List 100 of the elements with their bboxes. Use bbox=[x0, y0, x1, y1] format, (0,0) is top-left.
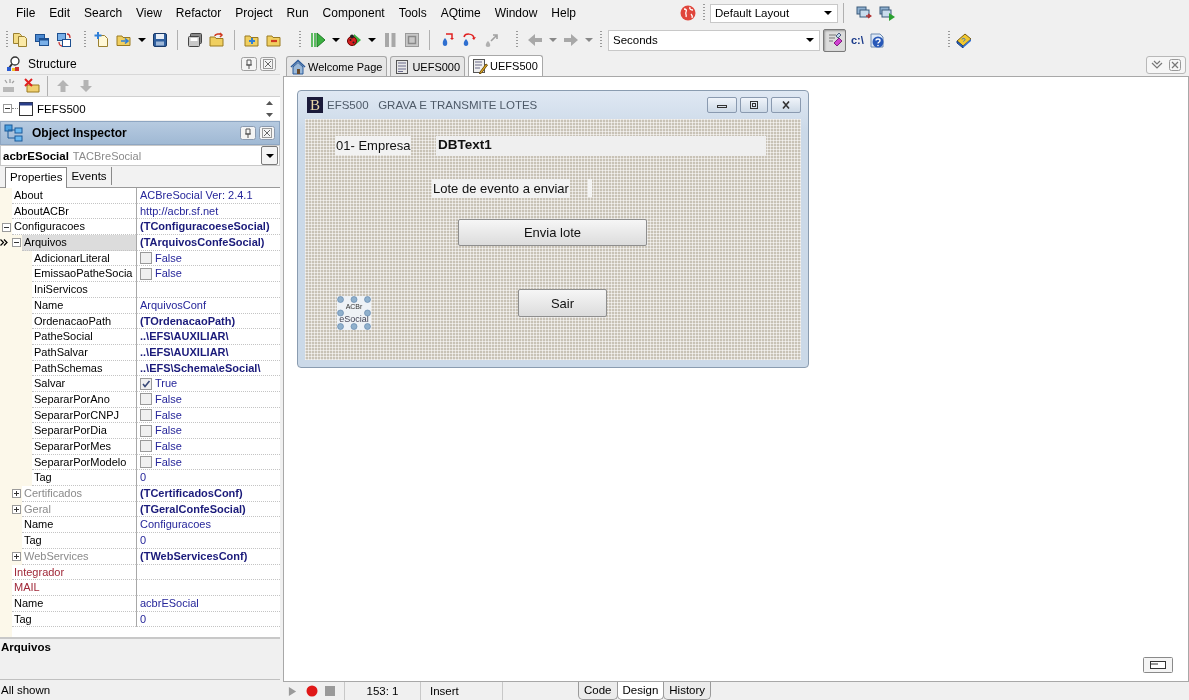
property-value[interactable]: (TConfiguracoeseSocial) bbox=[136, 219, 280, 236]
save-icon[interactable] bbox=[152, 32, 168, 48]
help-icon[interactable] bbox=[868, 32, 885, 48]
property-name[interactable]: Arquivos bbox=[22, 235, 136, 251]
menu-item[interactable]: Search bbox=[77, 3, 130, 23]
window-arrows-icon[interactable] bbox=[56, 32, 72, 48]
property-value[interactable]: (TWebServicesConf) bbox=[136, 548, 280, 565]
menu-item[interactable]: Project bbox=[228, 3, 280, 23]
property-value[interactable]: False bbox=[155, 423, 182, 438]
new-file-icon[interactable] bbox=[94, 32, 110, 48]
maximize-button[interactable] bbox=[740, 97, 768, 113]
close-icon[interactable] bbox=[260, 57, 276, 71]
inspector-tab[interactable]: Events bbox=[67, 167, 112, 185]
property-name[interactable]: SepararPorMes bbox=[32, 439, 136, 455]
property-name[interactable]: Name bbox=[22, 517, 136, 534]
property-value[interactable]: 0 bbox=[136, 533, 280, 549]
db-text-field[interactable]: DBText1 bbox=[436, 136, 766, 156]
run-icon[interactable] bbox=[310, 32, 326, 48]
collapse-icon[interactable] bbox=[3, 104, 12, 113]
close-button[interactable] bbox=[771, 97, 801, 113]
book-icon[interactable] bbox=[955, 32, 972, 48]
checkbox[interactable] bbox=[140, 440, 152, 453]
minimize-button[interactable] bbox=[707, 97, 737, 113]
menu-item[interactable]: Help bbox=[544, 3, 584, 23]
caret-icon[interactable] bbox=[332, 38, 340, 42]
property-value[interactable]: ArquivosConf bbox=[136, 297, 280, 314]
stacked-windows-icon[interactable] bbox=[34, 32, 50, 48]
caret-icon[interactable] bbox=[265, 153, 274, 158]
menu-item[interactable]: Refactor bbox=[168, 3, 229, 23]
checkbox[interactable] bbox=[140, 408, 152, 421]
menu-item[interactable]: View bbox=[129, 3, 169, 23]
caret-icon[interactable] bbox=[138, 38, 146, 42]
property-value[interactable]: False bbox=[155, 266, 182, 282]
menu-item[interactable]: Component bbox=[315, 3, 392, 23]
checkbox[interactable] bbox=[140, 267, 152, 280]
view-tab[interactable]: Code bbox=[578, 682, 618, 700]
property-name[interactable]: About bbox=[12, 188, 136, 204]
property-name[interactable]: MAIL bbox=[12, 580, 136, 596]
menu-item[interactable]: Run bbox=[279, 3, 316, 23]
inspector-tab[interactable]: Properties bbox=[5, 167, 68, 188]
open-folder-icon[interactable] bbox=[116, 32, 132, 48]
property-name[interactable]: PatheSocial bbox=[32, 329, 136, 345]
collapse-icon[interactable] bbox=[12, 238, 21, 248]
play-icon[interactable] bbox=[288, 685, 297, 697]
property-value[interactable]: ..\EFS\AUXILIAR\ bbox=[136, 329, 280, 345]
property-value[interactable]: (TOrdenacaoPath) bbox=[136, 313, 280, 330]
stack-arrow-icon[interactable] bbox=[856, 5, 872, 21]
property-value[interactable]: ..\EFS\Schema\eSocial\ bbox=[136, 360, 280, 377]
bug-icon[interactable] bbox=[346, 32, 362, 48]
menu-item[interactable]: Edit bbox=[42, 3, 78, 23]
caret-icon[interactable] bbox=[368, 38, 376, 42]
property-name[interactable]: IniServicos bbox=[32, 282, 136, 298]
property-value[interactable]: (TGeralConfeSocial) bbox=[136, 501, 280, 518]
path-button[interactable]: c:\ bbox=[849, 32, 866, 48]
property-value[interactable]: ACBreSocial Ver: 2.4.1 bbox=[136, 188, 280, 204]
editor-tab[interactable]: Welcome Page bbox=[286, 56, 388, 76]
view-tab[interactable]: Design bbox=[616, 682, 665, 700]
close-icon[interactable] bbox=[259, 126, 275, 140]
toggle-button[interactable] bbox=[823, 28, 846, 52]
form-label[interactable]: Lote de evento a enviar bbox=[432, 179, 570, 198]
expand-icon[interactable] bbox=[12, 552, 21, 562]
component-selector[interactable]: acbrESocial TACBreSocial bbox=[0, 145, 280, 166]
stacked-boxes-icon[interactable] bbox=[187, 32, 203, 48]
editor-tab[interactable]: UEFS500 bbox=[468, 55, 543, 76]
drop-arrow-icon[interactable] bbox=[483, 32, 499, 48]
property-name[interactable]: EmissaoPatheSocia bbox=[32, 266, 136, 283]
view-tab[interactable]: History bbox=[663, 682, 712, 700]
menu-item[interactable]: Window bbox=[487, 3, 545, 23]
property-value[interactable]: ..\EFS\AUXILIAR\ bbox=[136, 344, 280, 361]
menu-item[interactable]: File bbox=[9, 3, 43, 23]
expand-icon[interactable] bbox=[12, 505, 21, 515]
delete-icon[interactable] bbox=[24, 77, 40, 94]
property-value[interactable]: False bbox=[155, 407, 182, 423]
checkbox[interactable] bbox=[140, 252, 152, 265]
folder-plus-icon[interactable] bbox=[244, 32, 260, 48]
property-value[interactable]: (TArquivosConfeSocial) bbox=[136, 235, 280, 251]
property-value[interactable]: acbrESocial bbox=[136, 595, 280, 612]
menu-item[interactable]: Tools bbox=[391, 3, 434, 23]
stop-icon[interactable] bbox=[404, 32, 420, 48]
drop-arrow-icon[interactable] bbox=[461, 32, 477, 48]
property-name[interactable]: Certificados bbox=[22, 486, 136, 502]
tree-item[interactable]: FEFS500 bbox=[37, 102, 86, 115]
form-label[interactable]: 01- Empresa bbox=[335, 136, 412, 155]
property-value[interactable]: True bbox=[155, 376, 178, 391]
checkbox[interactable] bbox=[140, 393, 152, 406]
folder-minus-icon[interactable] bbox=[266, 32, 282, 48]
documents-icon[interactable] bbox=[12, 32, 28, 48]
pin-icon[interactable] bbox=[240, 126, 256, 140]
editor-tab[interactable]: UEFS000 bbox=[390, 56, 466, 76]
collapse-icon[interactable] bbox=[2, 222, 11, 232]
layout-dropdown[interactable]: Default Layout bbox=[710, 3, 838, 23]
folder-arrow-icon[interactable] bbox=[209, 32, 225, 48]
caret-icon[interactable] bbox=[806, 38, 814, 42]
property-value[interactable]: Configuracoes bbox=[136, 517, 280, 534]
property-name[interactable]: Salvar bbox=[32, 376, 136, 392]
stack-play-icon[interactable] bbox=[879, 5, 895, 21]
checkbox[interactable] bbox=[140, 424, 152, 437]
property-value[interactable]: (TCertificadosConf) bbox=[136, 486, 280, 502]
property-value[interactable]: http://acbr.sf.net bbox=[136, 203, 280, 220]
globe-icon[interactable] bbox=[680, 5, 696, 21]
